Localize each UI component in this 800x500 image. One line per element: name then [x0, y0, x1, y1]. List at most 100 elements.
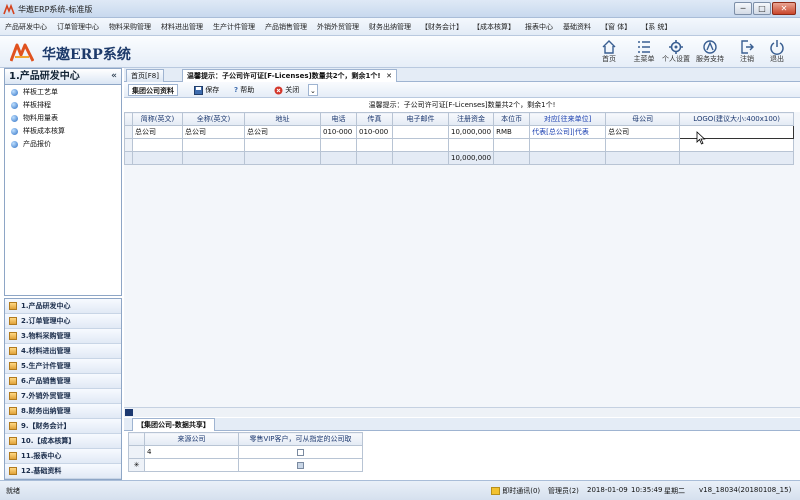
status-date: 2018-01-09: [587, 486, 628, 494]
grid-header[interactable]: 电子邮件: [392, 112, 449, 126]
module-item[interactable]: 1.产品研发中心: [5, 299, 121, 314]
logout-button[interactable]: 注销: [730, 38, 764, 66]
home-button[interactable]: 首页: [592, 38, 626, 66]
grid-header[interactable]: 地址: [244, 112, 321, 126]
tab-home[interactable]: 首页[F8]: [126, 69, 164, 82]
grid-cell[interactable]: 总公司: [605, 125, 681, 139]
table-row[interactable]: [124, 138, 795, 152]
save-button[interactable]: 保存: [194, 84, 219, 96]
tree-item-label: 样板成本核算: [23, 127, 65, 135]
menu-item[interactable]: 外销外贸管理: [312, 18, 364, 36]
module-item[interactable]: 7.外销外贸管理: [5, 389, 121, 404]
module-item[interactable]: 4.材料进出管理: [5, 344, 121, 359]
close-window-button[interactable]: ✕: [772, 2, 796, 15]
grid-header[interactable]: 母公司: [605, 112, 681, 126]
vip-checkbox-cell[interactable]: [238, 445, 363, 459]
main-menu-button[interactable]: 主菜单: [627, 38, 661, 66]
module-item[interactable]: 6.产品销售管理: [5, 374, 121, 389]
grid-cell[interactable]: [493, 138, 531, 152]
exit-button[interactable]: 退出: [760, 38, 794, 66]
menu-item[interactable]: 【窗 体】: [596, 18, 636, 36]
grid-cell[interactable]: [392, 138, 449, 152]
scrollbar-thumb[interactable]: [125, 409, 133, 416]
grid-cell[interactable]: [605, 138, 681, 152]
tab-data-sharing[interactable]: 【集团公司-数据共享】: [132, 418, 215, 431]
minimize-button[interactable]: ─: [734, 2, 752, 15]
grid-header[interactable]: 传真: [356, 112, 393, 126]
vip-checkbox[interactable]: [297, 448, 304, 456]
grid-cell[interactable]: RMB: [493, 125, 531, 139]
grid-cell[interactable]: 010-000: [320, 125, 357, 139]
table-row-new[interactable]: ✳: [128, 458, 363, 472]
grid-cell[interactable]: [392, 125, 449, 139]
service-support-button[interactable]: 服务支持: [693, 38, 727, 66]
tab-close-icon[interactable]: ✕: [386, 72, 392, 80]
grid-cell[interactable]: 总公司: [182, 125, 245, 139]
module-item[interactable]: 3.物料采购管理: [5, 329, 121, 344]
tree-item[interactable]: 样板排程: [5, 99, 121, 112]
grid-header[interactable]: 来源公司: [144, 432, 239, 446]
menu-item[interactable]: 订单管理中心: [52, 18, 104, 36]
toolbar-more-button[interactable]: ⌄: [308, 84, 318, 96]
menu-item[interactable]: 产品研发中心: [0, 18, 52, 36]
grid-header[interactable]: 注册资金: [447, 112, 495, 126]
grid-cell[interactable]: 代表[总公司]|代表: [529, 125, 607, 139]
source-company-cell[interactable]: [144, 458, 239, 472]
maximize-button[interactable]: □: [753, 2, 771, 15]
grid-cell[interactable]: [356, 138, 393, 152]
grid-header[interactable]: 零售VIP客户，可从指定的公司取: [238, 432, 363, 446]
grid-cell[interactable]: [124, 138, 133, 152]
grid-cell[interactable]: [320, 138, 357, 152]
grid-header[interactable]: LOGO(建议大小:400x100): [679, 112, 795, 126]
vip-checkbox[interactable]: [297, 461, 304, 469]
menu-item[interactable]: 物料采购管理: [104, 18, 156, 36]
grid-cell[interactable]: [132, 138, 183, 152]
personal-settings-button[interactable]: 个人设置: [659, 38, 693, 66]
grid-cell[interactable]: 总公司: [132, 125, 183, 139]
grid-cell[interactable]: [124, 125, 133, 139]
grid-cell[interactable]: [529, 138, 607, 152]
table-row[interactable]: 4: [128, 445, 363, 459]
grid-cell[interactable]: 010-000: [356, 125, 393, 139]
grid-header[interactable]: 简称(英文): [132, 112, 183, 126]
tab-label: 首页[F8]: [131, 72, 159, 80]
module-item[interactable]: 12.基础资料: [5, 464, 121, 479]
grid-cell[interactable]: [447, 138, 495, 152]
source-company-cell[interactable]: 4: [144, 445, 239, 459]
module-item[interactable]: 11.报表中心: [5, 449, 121, 464]
module-item[interactable]: 2.订单管理中心: [5, 314, 121, 329]
module-item[interactable]: 9.【财务会计】: [5, 419, 121, 434]
help-button[interactable]: ? 帮助: [234, 84, 254, 96]
tab-license-notice[interactable]: 温馨提示：子公司许可证[F-Licenses]数量共2个，剩余1个! ✕: [182, 69, 397, 82]
close-form-button[interactable]: 关闭: [274, 84, 299, 96]
tree-item[interactable]: 产品报价: [5, 138, 121, 151]
menu-item[interactable]: 产品销售管理: [260, 18, 312, 36]
tree-item[interactable]: 物料用量表: [5, 112, 121, 125]
module-item[interactable]: 8.财务出纳管理: [5, 404, 121, 419]
grid-header[interactable]: 本位币: [493, 112, 531, 126]
grid-header[interactable]: 电话: [320, 112, 357, 126]
menu-item[interactable]: 【成本核算】: [468, 18, 520, 36]
menu-item[interactable]: 【系 统】: [636, 18, 676, 36]
grid-header[interactable]: 对应[往来单位]: [529, 112, 607, 126]
chat-button[interactable]: 即时通讯(0): [491, 486, 540, 496]
menu-item[interactable]: 报表中心: [520, 18, 558, 36]
tree-item[interactable]: 样板成本核算: [5, 125, 121, 138]
menu-item[interactable]: 材料进出管理: [156, 18, 208, 36]
menu-item[interactable]: 基础资料: [558, 18, 596, 36]
grid-cell[interactable]: 总公司: [244, 125, 321, 139]
menu-item[interactable]: 财务出纳管理: [364, 18, 416, 36]
module-item[interactable]: 5.生产计件管理: [5, 359, 121, 374]
collapse-panel-button[interactable]: «: [111, 69, 117, 84]
grid-cell[interactable]: [244, 138, 321, 152]
table-row[interactable]: 总公司 总公司 总公司 010-000 010-000 10,000,000 R…: [124, 125, 795, 139]
tree-item[interactable]: 样板工艺单: [5, 86, 121, 99]
grid-header[interactable]: 全称(英文): [182, 112, 245, 126]
menu-item[interactable]: 生产计件管理: [208, 18, 260, 36]
horizontal-scrollbar[interactable]: [124, 407, 800, 417]
vip-checkbox-cell[interactable]: [238, 458, 363, 472]
menu-item[interactable]: 【财务会计】: [416, 18, 468, 36]
grid-cell[interactable]: 10,000,000: [447, 125, 495, 139]
grid-cell[interactable]: [182, 138, 245, 152]
module-item[interactable]: 10.【成本核算】: [5, 434, 121, 449]
